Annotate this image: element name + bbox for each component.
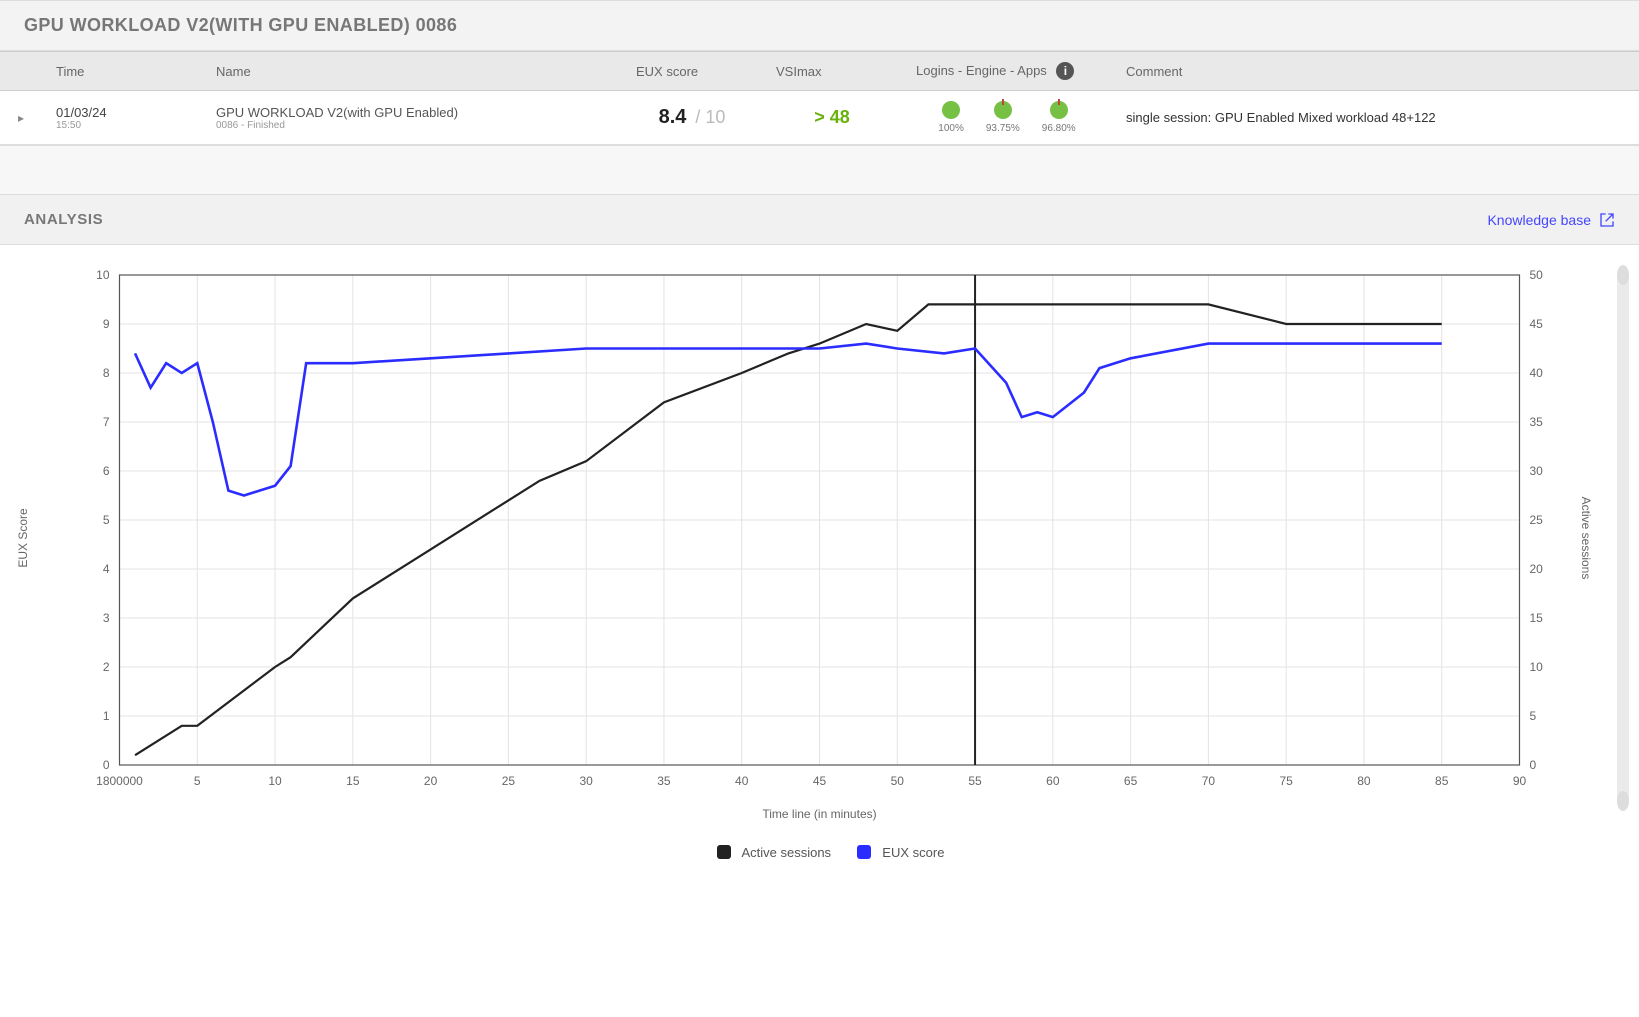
col-lea: Logins - Engine - Apps i	[902, 52, 1112, 91]
analysis-header: ANALYSIS Knowledge base	[0, 195, 1639, 245]
page-title: GPU WORKLOAD V2(WITH GPU ENABLED) 0086	[0, 0, 1639, 51]
table-header-row: Time Name EUX score VSImax Logins - Engi…	[0, 52, 1639, 91]
eux-score-max: / 10	[690, 107, 725, 127]
logins-status-icon	[942, 101, 960, 119]
svg-text:40: 40	[1530, 366, 1544, 380]
svg-text:3: 3	[103, 611, 110, 625]
run-date: 01/03/24	[56, 105, 188, 120]
svg-text:85: 85	[1435, 774, 1449, 788]
chart-scroll-track[interactable]	[1617, 269, 1629, 807]
svg-text:7: 7	[103, 415, 110, 429]
svg-text:30: 30	[579, 774, 593, 788]
svg-text:1: 1	[103, 709, 110, 723]
col-vsi: VSImax	[762, 52, 902, 91]
svg-text:2: 2	[103, 660, 110, 674]
svg-text:15: 15	[1530, 611, 1544, 625]
eux-score-value: 8.4	[659, 106, 687, 128]
page-root: GPU WORKLOAD V2(WITH GPU ENABLED) 0086 T…	[0, 0, 1639, 874]
col-eux: EUX score	[622, 52, 762, 91]
y-right-axis-title: Active sessions	[1579, 497, 1593, 580]
svg-text:65: 65	[1124, 774, 1138, 788]
table-row[interactable]: ▸ 01/03/24 15:50 GPU WORKLOAD V2(with GP…	[0, 91, 1639, 145]
svg-text:10: 10	[268, 774, 282, 788]
col-time: Time	[42, 52, 202, 91]
comment-cell: single session: GPU Enabled Mixed worklo…	[1112, 91, 1639, 145]
svg-text:5: 5	[194, 774, 201, 788]
apps-status-icon	[1050, 101, 1068, 119]
svg-text:25: 25	[502, 774, 516, 788]
apps-pct: 96.80%	[1042, 123, 1076, 134]
knowledge-base-link[interactable]: Knowledge base	[1487, 212, 1615, 228]
analysis-chart[interactable]: 012345678910 05101520253035404550 180000…	[52, 265, 1587, 805]
svg-text:30: 30	[1530, 464, 1544, 478]
legend-label-sessions: Active sessions	[741, 845, 831, 860]
col-lea-label: Logins - Engine - Apps	[916, 63, 1047, 78]
svg-text:8: 8	[103, 366, 110, 380]
legend-swatch-sessions	[717, 845, 731, 859]
svg-text:35: 35	[1530, 415, 1544, 429]
svg-text:4: 4	[103, 562, 110, 576]
svg-text:35: 35	[657, 774, 671, 788]
analysis-title: ANALYSIS	[24, 211, 103, 228]
results-table: Time Name EUX score VSImax Logins - Engi…	[0, 51, 1639, 145]
x-axis-title: Time line (in minutes)	[52, 807, 1587, 821]
y-left-axis-title: EUX Score	[16, 508, 30, 567]
svg-text:60: 60	[1046, 774, 1060, 788]
section-spacer	[0, 145, 1639, 195]
svg-text:5: 5	[1530, 709, 1537, 723]
svg-text:20: 20	[424, 774, 438, 788]
svg-text:0: 0	[103, 758, 110, 772]
svg-text:40: 40	[735, 774, 749, 788]
vsimax-value: > 48	[814, 107, 850, 127]
svg-text:55: 55	[968, 774, 982, 788]
svg-text:6: 6	[103, 464, 110, 478]
legend-swatch-eux	[857, 845, 871, 859]
svg-text:70: 70	[1202, 774, 1216, 788]
svg-text:80: 80	[1357, 774, 1371, 788]
engine-pct: 93.75%	[986, 123, 1020, 134]
chart-scroll-handle-bot[interactable]	[1617, 791, 1629, 811]
svg-text:75: 75	[1279, 774, 1293, 788]
svg-text:10: 10	[96, 268, 110, 282]
svg-text:5: 5	[103, 513, 110, 527]
svg-text:90: 90	[1513, 774, 1527, 788]
run-time: 15:50	[56, 120, 188, 131]
chart-legend: Active sessions EUX score	[0, 831, 1639, 874]
info-icon[interactable]: i	[1056, 62, 1074, 80]
legend-label-eux: EUX score	[882, 845, 944, 860]
svg-text:25: 25	[1530, 513, 1544, 527]
engine-status-icon	[994, 101, 1012, 119]
col-name: Name	[202, 52, 622, 91]
chart-container: EUX Score Active sessions 012345678910 0…	[0, 245, 1639, 831]
svg-text:15: 15	[346, 774, 360, 788]
svg-text:10: 10	[1530, 660, 1544, 674]
logins-pct: 100%	[938, 123, 964, 134]
svg-text:45: 45	[813, 774, 827, 788]
svg-text:20: 20	[1530, 562, 1544, 576]
expand-row-icon[interactable]: ▸	[18, 111, 24, 125]
col-comment: Comment	[1112, 52, 1639, 91]
svg-text:45: 45	[1530, 317, 1544, 331]
svg-text:0: 0	[1530, 758, 1537, 772]
knowledge-base-label: Knowledge base	[1487, 212, 1591, 228]
svg-text:9: 9	[103, 317, 110, 331]
run-status: 0086 - Finished	[216, 120, 608, 131]
svg-text:50: 50	[1530, 268, 1544, 282]
svg-text:1800000: 1800000	[96, 774, 143, 788]
chart-scroll-handle-top[interactable]	[1617, 265, 1629, 285]
logins-engine-apps: 100% 93.75% 96.80%	[916, 101, 1098, 134]
run-name: GPU WORKLOAD V2(with GPU Enabled)	[216, 105, 608, 120]
external-link-icon	[1599, 212, 1615, 228]
svg-text:50: 50	[891, 774, 905, 788]
